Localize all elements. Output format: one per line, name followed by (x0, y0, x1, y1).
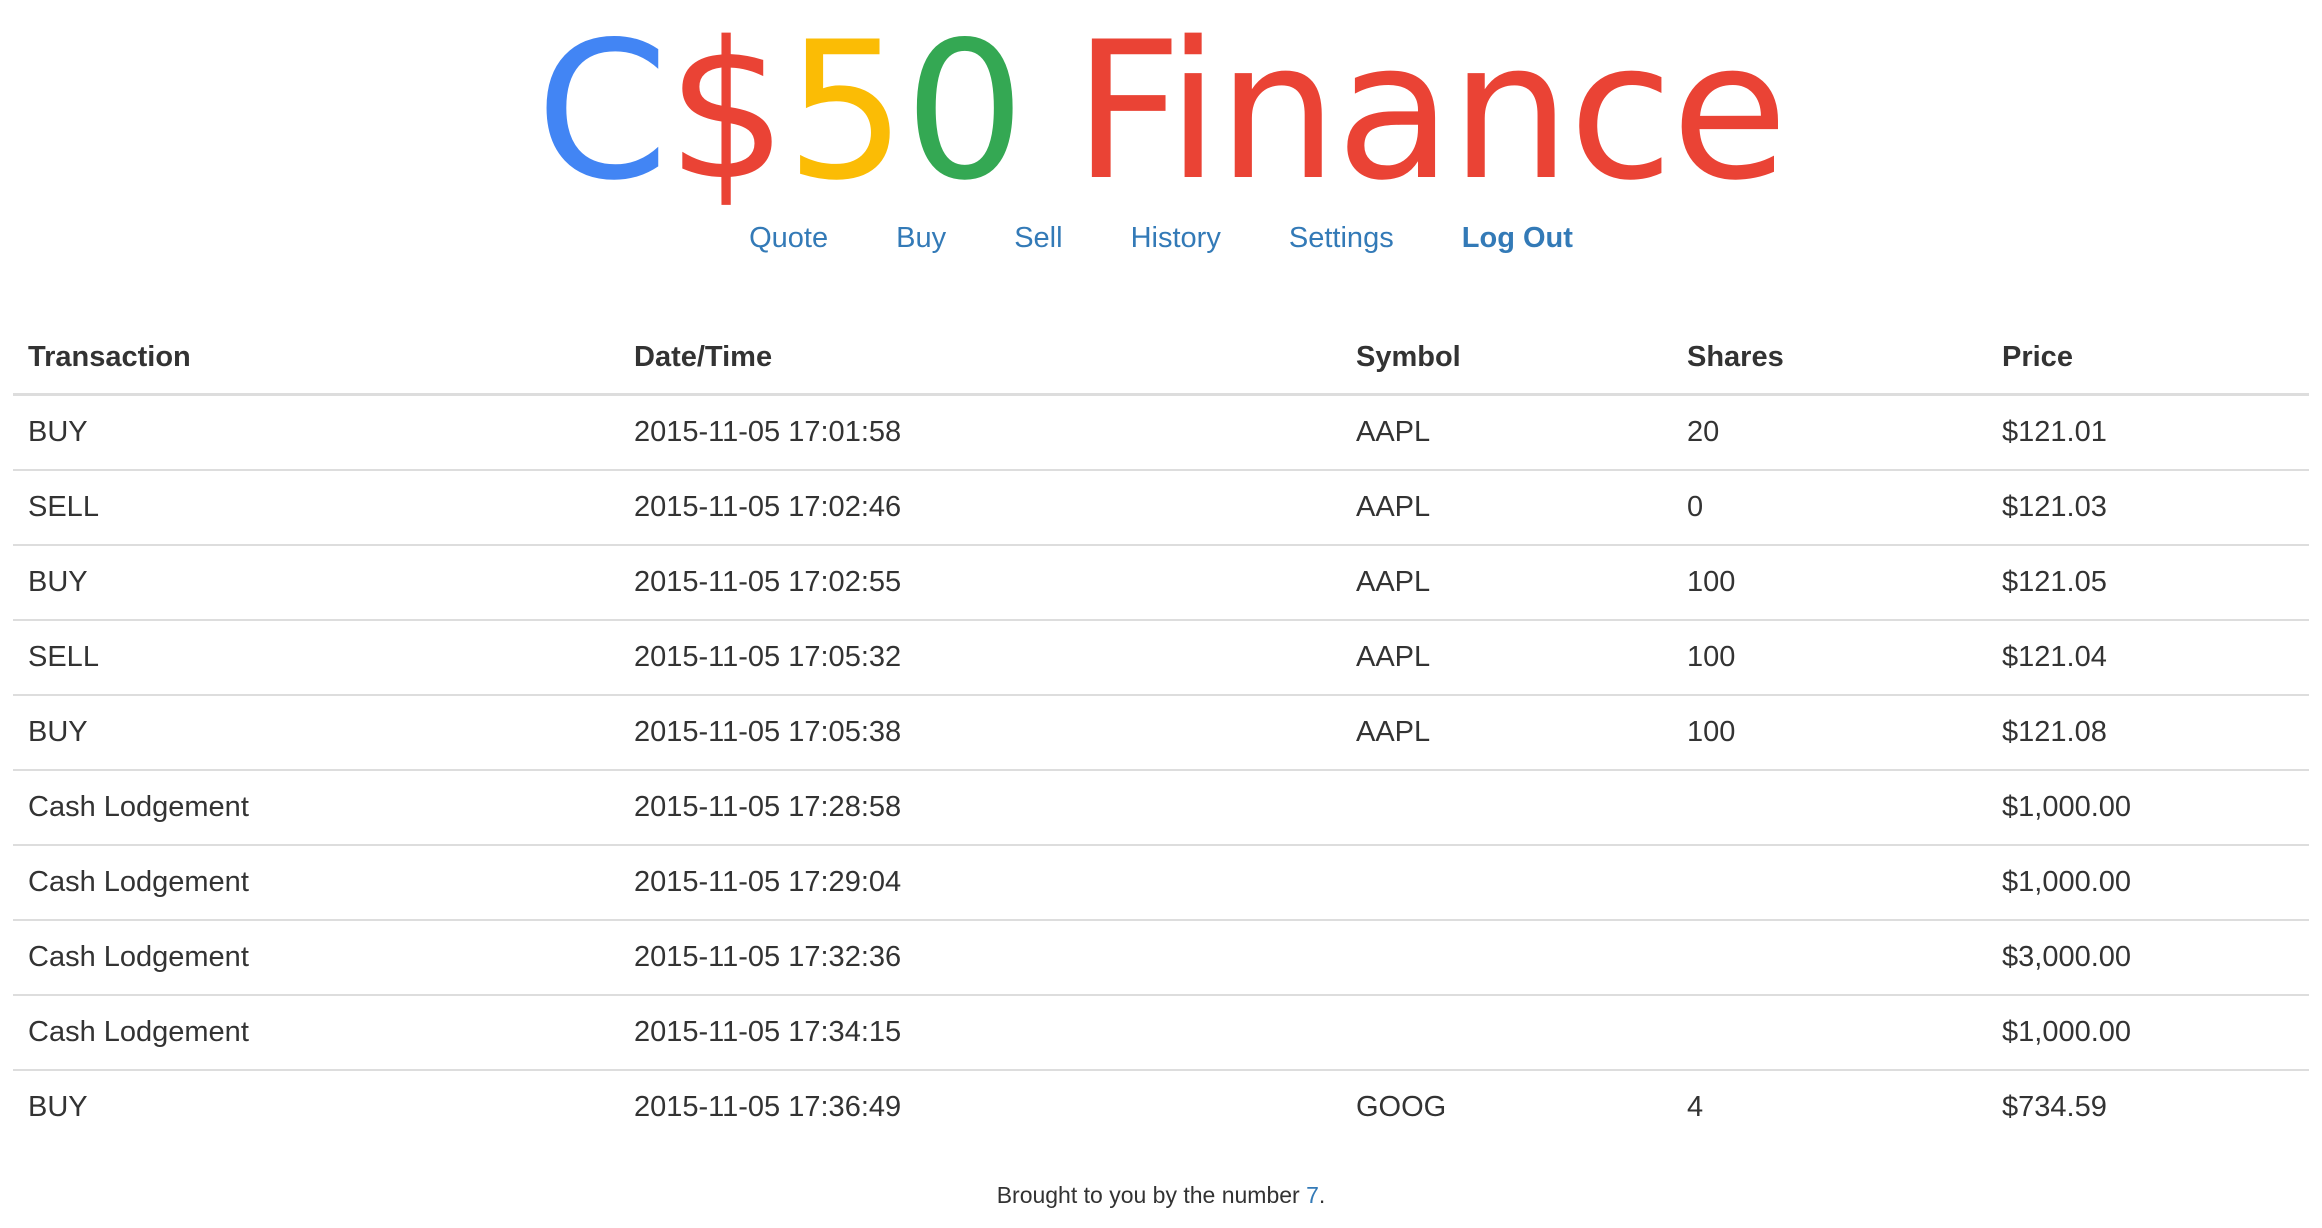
cell-datetime: 2015-11-05 17:32:36 (619, 919, 1341, 995)
cell-price: $1,000.00 (1987, 844, 2309, 920)
cell-datetime: 2015-11-05 17:36:49 (619, 1069, 1341, 1144)
cell-datetime: 2015-11-05 17:28:58 (619, 769, 1341, 845)
table-row: SELL 2015-11-05 17:02:46 AAPL 0 $121.03 (13, 469, 2309, 545)
history-table: Transaction Date/Time Symbol Shares Pric… (13, 321, 2309, 1144)
header-transaction: Transaction (13, 321, 619, 396)
table-body: BUY 2015-11-05 17:01:58 AAPL 20 $121.01 … (13, 395, 2309, 1144)
nav-link-sell[interactable]: Sell (1014, 222, 1062, 254)
cell-symbol (1341, 994, 1672, 1070)
cell-symbol: AAPL (1341, 469, 1672, 545)
table-row: Cash Lodgement 2015-11-05 17:34:15 $1,00… (13, 994, 2309, 1070)
logo-letter-c: C (535, 1, 669, 222)
logo-digit-zero: 0 (904, 1, 1025, 222)
cell-datetime: 2015-11-05 17:02:55 (619, 544, 1341, 620)
cell-datetime: 2015-11-05 17:05:32 (619, 619, 1341, 695)
cell-transaction: BUY (13, 694, 619, 770)
header-symbol: Symbol (1341, 321, 1672, 396)
cell-symbol: AAPL (1356, 416, 1431, 448)
cell-price: $1,000.00 (1987, 994, 2309, 1070)
cell-datetime: 2015-11-05 17:05:38 (619, 694, 1341, 770)
logo-word-finance: Finance (1073, 1, 1788, 222)
cell-transaction: Cash Lodgement (13, 919, 619, 995)
cell-shares: 0 (1672, 469, 1987, 545)
cell-datetime: 2015-11-05 17:34:15 (619, 994, 1341, 1070)
cell-datetime: 2015-11-05 17:29:04 (619, 844, 1341, 920)
nav-link-buy[interactable]: Buy (896, 222, 946, 254)
cell-shares: 4 (1672, 1069, 1987, 1144)
cell-shares (1672, 769, 1987, 845)
cell-shares (1672, 994, 1987, 1070)
table-row: BUY 2015-11-05 17:05:38 AAPL 100 $121.08 (13, 694, 2309, 770)
logo-digit-five: 5 (785, 1, 906, 222)
header-row: Transaction Date/Time Symbol Shares Pric… (13, 321, 2309, 396)
cell-symbol (1341, 769, 1672, 845)
cell-transaction: Cash Lodgement (13, 994, 619, 1070)
nav-link-settings[interactable]: Settings (1289, 222, 1394, 254)
cell-shares: 100 (1672, 694, 1987, 770)
cell-transaction: BUY (13, 1069, 619, 1144)
footer-number-link[interactable]: 7 (1306, 1182, 1319, 1208)
table-row: BUY 2015-11-05 17:36:49 GOOG 4 $734.59 (13, 1069, 2309, 1144)
cell-price: $121.01 (2002, 416, 2107, 448)
cell-transaction: Cash Lodgement (13, 844, 619, 920)
footer-period: . (1318, 1182, 1326, 1208)
cell-transaction: BUY (28, 416, 88, 448)
cell-shares (1672, 919, 1987, 995)
cell-transaction: BUY (13, 544, 619, 620)
cell-symbol (1341, 844, 1672, 920)
table-row: Cash Lodgement 2015-11-05 17:32:36 $3,00… (13, 919, 2309, 995)
cell-price: $3,000.00 (1987, 919, 2309, 995)
cell-datetime: 2015-11-05 17:02:46 (619, 469, 1341, 545)
cell-price: $121.03 (1987, 469, 2309, 545)
header-shares: Shares (1672, 321, 1987, 396)
nav-link-history[interactable]: History (1131, 222, 1221, 254)
table-row: Cash Lodgement 2015-11-05 17:28:58 $1,00… (13, 769, 2309, 845)
footer: Brought to you by the number 7. (0, 1178, 2322, 1212)
table-row: BUY 2015-11-05 17:02:55 AAPL 100 $121.05 (13, 544, 2309, 620)
logo-dollar-sign: $ (666, 1, 788, 222)
cell-price: $121.08 (1987, 694, 2309, 770)
cell-shares: 100 (1672, 544, 1987, 620)
table-row: Cash Lodgement 2015-11-05 17:29:04 $1,00… (13, 844, 2309, 920)
cell-symbol (1341, 919, 1672, 995)
nav-link-quote[interactable]: Quote (749, 222, 828, 254)
cell-shares: 20 (1687, 416, 1720, 448)
table-row: SELL 2015-11-05 17:05:32 AAPL 100 $121.0… (13, 619, 2309, 695)
cell-price: $121.04 (1987, 619, 2309, 695)
site-logo[interactable]: C$50 Finance (0, 0, 2322, 232)
cell-shares (1672, 844, 1987, 920)
table-header: Transaction Date/Time Symbol Shares Pric… (13, 321, 2309, 396)
cell-shares: 100 (1672, 619, 1987, 695)
table-row: BUY 2015-11-05 17:01:58 AAPL 20 $121.01 (13, 395, 2309, 471)
cell-symbol: AAPL (1341, 544, 1672, 620)
nav-link-logout[interactable]: Log Out (1462, 222, 1573, 254)
cell-price: $734.59 (1987, 1069, 2309, 1144)
cell-price: $1,000.00 (1987, 769, 2309, 845)
cell-symbol: GOOG (1341, 1069, 1672, 1144)
cell-symbol: AAPL (1341, 619, 1672, 695)
cell-datetime: 2015-11-05 17:01:58 (634, 416, 902, 448)
cell-transaction: SELL (13, 469, 619, 545)
cell-transaction: Cash Lodgement (13, 769, 619, 845)
main-nav: Quote Buy Sell History Settings Log Out (0, 218, 2322, 258)
cell-transaction: SELL (13, 619, 619, 695)
header-price: Price (1987, 321, 2309, 396)
header-datetime: Date/Time (619, 321, 1341, 396)
footer-text: Brought to you by the number (996, 1182, 1307, 1208)
cell-price: $121.05 (1987, 544, 2309, 620)
cell-symbol: AAPL (1341, 694, 1672, 770)
